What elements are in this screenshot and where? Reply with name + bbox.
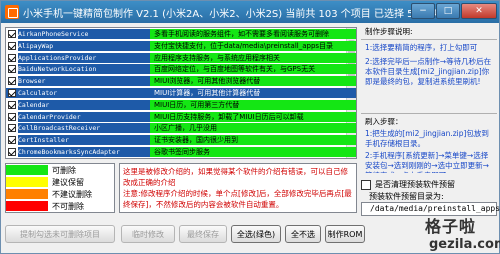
legend-item: 可删除	[6, 164, 114, 176]
item-checkbox[interactable]	[8, 65, 16, 74]
flash-title: 刷入步骤：	[365, 117, 403, 126]
item-checkbox[interactable]	[8, 112, 16, 121]
main-window: 小米手机一键精简包制作 V2.1 (小米2A、小米2、小米2S) 当前共 103…	[0, 0, 500, 254]
color-legend: 可删除建议保留不建议删除不可删除	[5, 163, 115, 213]
instructions-title: 制作步骤说明:	[365, 27, 413, 36]
remove-unselected-button[interactable]: 提制勾选未可删除项目	[5, 225, 115, 243]
list-item[interactable]: Calendar MIUI日历，可用第三方代替	[6, 99, 356, 110]
watermark-url: gezila.com	[429, 237, 500, 252]
item-package-name: ApplicationsProvider	[18, 52, 150, 63]
item-description: 多看手机阅读的服务组件，如不需要多看阅读服务可删除	[150, 29, 356, 39]
cleanup-checkbox[interactable]	[361, 179, 371, 190]
item-checkbox[interactable]	[8, 148, 16, 156]
item-description: 应用程序支持服务，与系统应用程序相关	[150, 52, 356, 63]
item-package-name: ChromeBookmarksSyncAdapter	[18, 147, 150, 157]
list-item[interactable]: CalendarProvider MIUI日历支持服务，卸载了MIUI日历后可以卸…	[6, 111, 356, 122]
step-1-text: 1:选择要精简的程序，打上勾即可	[365, 43, 478, 52]
item-description: MIUI日历支持服务，卸载了MIUI日历后可以卸载	[150, 111, 356, 122]
item-package-name: Browser	[18, 76, 150, 87]
list-item[interactable]: AirkanPhoneService 多看手机阅读的服务组件，如不需要多看阅读服务…	[6, 29, 356, 39]
minimize-button[interactable]: −	[411, 3, 435, 19]
item-description: MIUI浏览器，可用其他浏览器代替	[150, 76, 356, 87]
legend-label: 建议保留	[52, 177, 84, 187]
window-controls: − □ ✕	[411, 3, 497, 19]
item-description: 谷歌书签同步服务	[150, 147, 356, 157]
item-description: MIUI日历，可用第三方代替	[150, 99, 356, 110]
info-line-1: 这里是被修改介绍的，如果觉得某个软件的介绍有错误，可以自己修改成正确的介绍	[123, 167, 348, 187]
select-none-button[interactable]: 全不选	[285, 225, 321, 243]
info-line-2: 注意:修改程序介绍的时候，单个点[修改]后，全部修改完毕后再点[最终保存]，不然…	[123, 189, 352, 209]
item-checkbox[interactable]	[8, 53, 16, 62]
list-item[interactable]: BaiduNetworkLocation 百度网络定位，与百度地图等软件有关，与G…	[6, 64, 356, 75]
legend-label: 不建议删除	[52, 189, 92, 199]
item-checkbox[interactable]	[8, 41, 16, 50]
item-package-name: CalendarProvider	[18, 111, 150, 122]
list-item[interactable]: Calculator MIUI计算器，可用其他计算器代替	[6, 88, 356, 98]
legend-swatch	[6, 200, 48, 212]
legend-swatch	[6, 164, 48, 176]
item-checkbox[interactable]	[8, 136, 16, 145]
step-2-text: 2:选择完毕后一点制作→等待几秒后在本软件目录生成[mi2_jingjian.z…	[365, 57, 492, 86]
cleanup-option[interactable]: 是否清理预装软件预留	[361, 179, 455, 190]
legend-item: 不建议删除	[6, 188, 114, 200]
legend-label: 不可删除	[52, 201, 84, 211]
legend-swatch	[6, 188, 48, 200]
legend-label: 可删除	[52, 165, 76, 175]
watermark-logo: 格子啦 gezila.com	[421, 213, 500, 254]
item-package-name: Calculator	[18, 89, 58, 97]
item-package-name: CellBroadcastReceiver	[18, 123, 150, 134]
final-save-button[interactable]: 最终保存	[179, 225, 227, 243]
item-description: MIUI计算器，可用其他计算器代替	[154, 89, 261, 97]
item-description: 证书安装器，国内很少用到	[150, 135, 356, 146]
list-item[interactable]: CertInstaller 证书安装器，国内很少用到	[6, 135, 356, 146]
list-item[interactable]: Browser MIUI浏览器，可用其他浏览器代替	[6, 76, 356, 87]
item-description: 支付宝快捷支付，位于data/media\preinstall_apps目录	[150, 40, 356, 51]
item-package-name: CertInstaller	[18, 135, 150, 146]
list-item[interactable]: ChromeBookmarksSyncAdapter 谷歌书签同步服务	[6, 147, 356, 157]
select-all-green-button[interactable]: 全选(绿色)	[231, 225, 281, 243]
item-package-name: BaiduNetworkLocation	[18, 64, 150, 75]
legend-item: 不可删除	[6, 200, 114, 212]
item-package-name: Calendar	[18, 99, 150, 110]
flash-step-2-text: 2:手机程序[系统更新]→菜单键→选择安装包→选到刚刚的→选中立即更新→等待完成…	[365, 151, 489, 173]
make-rom-button[interactable]: 制作ROM	[325, 225, 365, 243]
item-checkbox[interactable]	[8, 30, 16, 38]
item-package-name: AlipayWap	[18, 40, 150, 51]
item-description: 百度网络定位，与百度地图等软件有关，与GPS无关	[150, 64, 356, 75]
instructions-panel: 制作步骤说明: 1:选择要精简的程序，打上勾即可 2:选择完毕后一点制作→等待几…	[361, 25, 497, 173]
title-bar[interactable]: 小米手机一键精简包制作 V2.1 (小米2A、小米2、小米2S) 当前共 103…	[1, 1, 499, 23]
item-checkbox[interactable]	[8, 89, 16, 97]
flash-step-1-text: 1:把生成的[mi2_jingjian.zip]包放到手机存储根目录。	[365, 129, 489, 148]
item-checkbox[interactable]	[8, 77, 16, 86]
legend-swatch	[6, 176, 48, 188]
app-icon	[5, 5, 19, 19]
window-title: 小米手机一键精简包制作 V2.1 (小米2A、小米2、小米2S) 当前共 103…	[23, 8, 454, 20]
description-editor[interactable]: 这里是被修改介绍的，如果觉得某个软件的介绍有错误，可以自己修改成正确的介绍 注意…	[119, 163, 357, 213]
watermark-text: 格子啦	[425, 217, 477, 236]
cleanup-label: 是否清理预装软件预留	[375, 180, 455, 189]
list-item[interactable]: AlipayWap 支付宝快捷支付，位于data/media\preinstall…	[6, 40, 356, 51]
divider	[361, 113, 497, 114]
list-item[interactable]: CellBroadcastReceiver 小区广播，几乎没用	[6, 123, 356, 134]
maximize-button[interactable]: □	[436, 3, 460, 19]
app-list: ▲ ▼ AirkanPhoneService多看手机阅读的服务组件，如不需要多看…	[5, 27, 357, 159]
legend-item: 建议保留	[6, 176, 114, 188]
temp-modify-button[interactable]: 临时修改	[121, 225, 175, 243]
item-checkbox[interactable]	[8, 100, 16, 109]
item-checkbox[interactable]	[8, 124, 16, 133]
close-button[interactable]: ✕	[461, 3, 497, 19]
divider	[361, 39, 497, 40]
preinstall-dir-label: 预装软件预留目录为:	[369, 192, 444, 201]
item-description: 小区广播，几乎没用	[150, 123, 356, 134]
item-package-name: AirkanPhoneService	[18, 29, 150, 39]
list-item[interactable]: ApplicationsProvider 应用程序支持服务，与系统应用程序相关	[6, 52, 356, 63]
